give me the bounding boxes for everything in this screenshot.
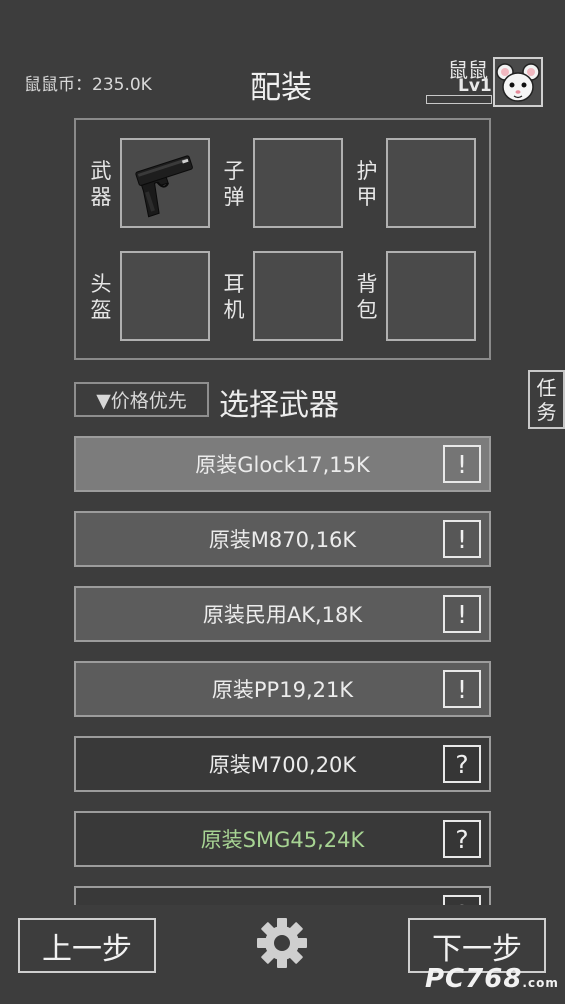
weapon-info-button[interactable]: ! bbox=[443, 595, 481, 633]
gear-icon bbox=[257, 918, 307, 968]
watermark: PC768.com bbox=[425, 964, 559, 994]
weapon-item[interactable]: 原装PP19,21K ! bbox=[74, 661, 491, 717]
weapon-info-button[interactable]: ! bbox=[443, 445, 481, 483]
weapon-info-button[interactable]: ? bbox=[443, 820, 481, 858]
mouse-avatar-icon bbox=[495, 59, 541, 105]
task-tab[interactable]: 任 务 bbox=[528, 370, 565, 429]
slot-label-backpack: 背包 bbox=[356, 272, 378, 322]
weapon-label: 原装民用AK,18K bbox=[202, 603, 363, 627]
weapon-info-button[interactable]: ? bbox=[443, 745, 481, 783]
slot-ammo[interactable] bbox=[253, 138, 343, 228]
slot-label-armor: 护甲 bbox=[356, 159, 378, 209]
weapon-item[interactable]: 原装M870,16K ! bbox=[74, 511, 491, 567]
weapon-info-button[interactable]: ! bbox=[443, 670, 481, 708]
weapon-info-button[interactable]: ! bbox=[443, 520, 481, 558]
section-title: 选择武器 bbox=[219, 388, 339, 423]
weapon-label: 原装M700,20K bbox=[208, 753, 357, 777]
weapon-item[interactable]: 原装民用AK,18K ! bbox=[74, 586, 491, 642]
pistol-icon bbox=[135, 155, 193, 218]
weapon-label: 原装SMG45,24K bbox=[200, 828, 365, 852]
page-title: 配装 bbox=[250, 70, 312, 106]
slot-weapon[interactable] bbox=[120, 138, 210, 228]
weapon-item[interactable]: ? bbox=[74, 886, 491, 905]
weapon-label: 原装M870,16K bbox=[208, 528, 357, 552]
level-progress-bar bbox=[426, 95, 492, 104]
slot-label-headset: 耳机 bbox=[223, 272, 245, 322]
slot-armor[interactable] bbox=[386, 138, 476, 228]
weapon-info-button[interactable]: ? bbox=[443, 895, 481, 905]
weapon-label: 原装Glock17,15K bbox=[195, 453, 370, 477]
settings-button[interactable] bbox=[254, 915, 310, 971]
weapon-list[interactable]: 原装Glock17,15K ! 原装M870,16K ! 原装民用AK,18K … bbox=[0, 430, 565, 905]
prev-step-button[interactable]: 上一步 bbox=[18, 918, 156, 973]
avatar[interactable] bbox=[493, 57, 543, 107]
weapon-label: 原装PP19,21K bbox=[211, 678, 354, 702]
slot-backpack[interactable] bbox=[386, 251, 476, 341]
weapon-item[interactable]: 原装M700,20K ? bbox=[74, 736, 491, 792]
slot-helmet[interactable] bbox=[120, 251, 210, 341]
slot-label-weapon: 武器 bbox=[90, 159, 112, 209]
weapon-label bbox=[76, 888, 489, 905]
coin-balance: 鼠鼠币：235.0K bbox=[24, 75, 152, 95]
level-label: Lv1 bbox=[458, 76, 492, 96]
weapon-item[interactable]: 原装Glock17,15K ! bbox=[74, 436, 491, 492]
weapon-item[interactable]: 原装SMG45,24K ? bbox=[74, 811, 491, 867]
slot-label-helmet: 头盔 bbox=[90, 272, 112, 322]
slot-label-ammo: 子弹 bbox=[223, 159, 245, 209]
sort-price-button[interactable]: ▼价格优先 bbox=[74, 382, 209, 417]
slot-headset[interactable] bbox=[253, 251, 343, 341]
